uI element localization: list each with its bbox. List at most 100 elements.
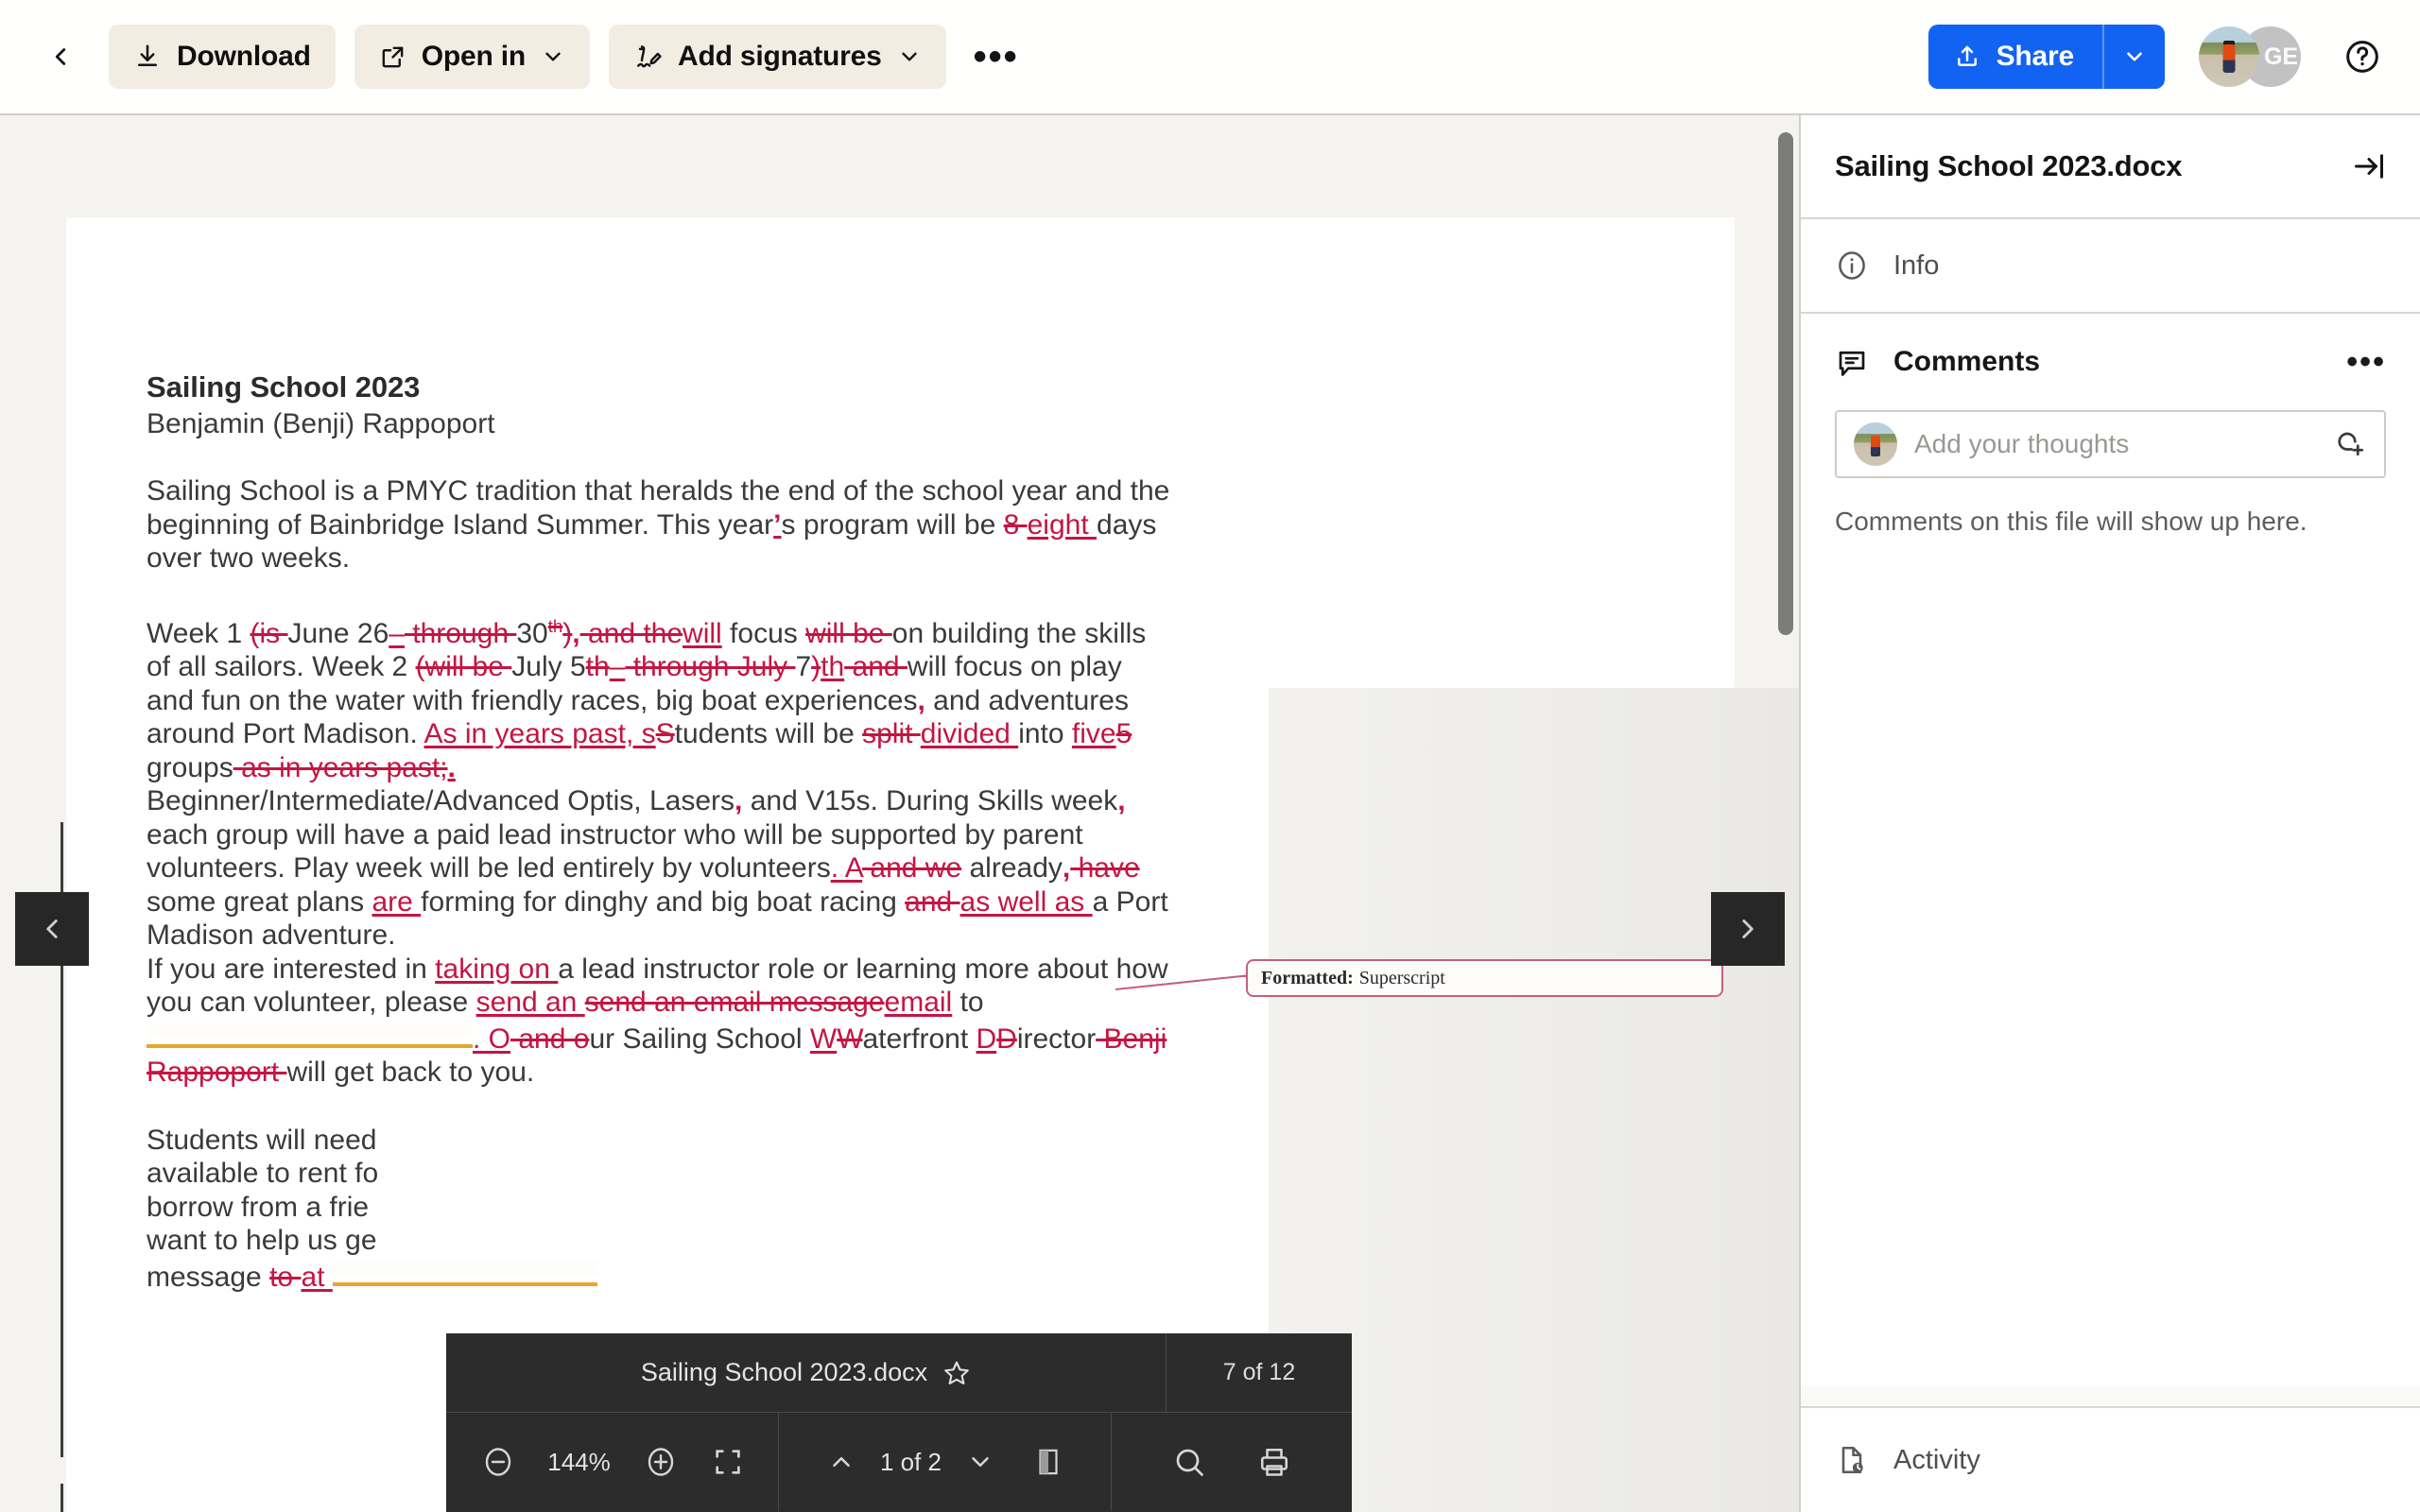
print-button[interactable] — [1257, 1445, 1291, 1479]
info-icon — [1835, 249, 1869, 283]
p3-t6: forming for dinghy and big boat racing — [421, 886, 905, 918]
page-layout-button[interactable] — [1034, 1446, 1063, 1478]
zoom-out-icon — [481, 1445, 515, 1479]
p2-del-willbe2: (will be — [416, 651, 512, 682]
sidebar-comments-label: Comments — [1893, 346, 2322, 378]
comment-icon — [1835, 345, 1869, 379]
add-comment-button[interactable] — [2333, 425, 2367, 464]
p4-del-ando: and o — [510, 1023, 589, 1055]
prev-page-button[interactable] — [15, 892, 89, 966]
document-paragraph-2: Week 1 (is June 26– through 30th), and t… — [147, 610, 1177, 785]
p3-ins-aswellas: as well as — [960, 886, 1093, 918]
chevron-down-icon — [897, 44, 922, 69]
p2-t6: July 5 — [511, 651, 585, 682]
open-in-new-icon — [379, 43, 406, 71]
sidebar-item-info[interactable]: Info — [1801, 219, 2420, 314]
document-text: Sailing School 2023 Benjamin (Benji) Rap… — [147, 370, 1177, 1294]
spacer — [147, 440, 1177, 474]
p5-del-to: to — [269, 1262, 301, 1293]
sidebar-comments-header: Comments ••• — [1801, 314, 2420, 410]
download-label: Download — [177, 41, 311, 73]
document-author: Benjamin (Benji) Rappoport — [147, 408, 1177, 440]
zoom-in-icon — [644, 1445, 678, 1479]
open-in-button[interactable]: Open in — [354, 25, 590, 89]
p2-del-willbe: will be — [805, 618, 892, 649]
collapse-sidebar-button[interactable] — [2352, 149, 2386, 183]
comments-more-button[interactable]: ••• — [2346, 357, 2386, 367]
add-comment-field[interactable]: Add your thoughts — [1835, 410, 2386, 478]
balloon-label: Formatted: — [1261, 968, 1354, 989]
add-signatures-button[interactable]: Add signatures — [609, 25, 946, 89]
p4-del-sendanemailmessage: send an email message — [585, 987, 885, 1018]
zoom-in-button[interactable] — [644, 1445, 678, 1479]
comments-empty-state: Comments on this file will show up here. — [1801, 478, 2420, 537]
print-icon — [1257, 1445, 1291, 1479]
search-icon — [1172, 1445, 1206, 1479]
open-in-label: Open in — [422, 41, 526, 73]
page-up-button[interactable] — [827, 1448, 856, 1476]
p1-inserted-apostrophe: ’ — [773, 509, 781, 541]
formatted-comment-balloon[interactable]: Formatted: Superscript — [1246, 959, 1723, 997]
file-position-indicator: 7 of 12 — [1167, 1359, 1352, 1386]
share-button[interactable]: Share — [1928, 25, 2102, 89]
p2-t7: 7 — [795, 651, 811, 682]
p4-t5: aterfront — [862, 1023, 976, 1055]
p2-del-S: S — [656, 718, 675, 749]
p3-ins-period-A: . A — [831, 852, 862, 884]
p2-t11: into — [1018, 718, 1072, 749]
next-page-button[interactable] — [1711, 892, 1785, 966]
p2-ins-comma2: , — [917, 685, 925, 716]
document-paragraph-5: Students will needavailable to rent fobo… — [147, 1124, 676, 1295]
download-icon — [133, 43, 162, 71]
add-signatures-label: Add signatures — [678, 41, 882, 73]
sidebar-item-activity[interactable]: Activity — [1801, 1406, 2420, 1512]
p4-t3: to — [952, 987, 983, 1018]
top-toolbar: Download Open in Add signatures ••• — [0, 0, 2420, 115]
p3-t2: and V15s. During Skills week — [742, 785, 1117, 816]
back-button[interactable] — [31, 27, 90, 86]
add-comment-icon — [2333, 425, 2367, 459]
more-options-button[interactable]: ••• — [967, 27, 1026, 86]
p5-t5: message — [147, 1262, 269, 1293]
p2-del-paren: ) — [562, 618, 572, 649]
redacted-email — [147, 1020, 473, 1048]
collaborator-avatars: GE — [2199, 26, 2301, 87]
document-paragraph-1: Sailing School is a PMYC tradition that … — [147, 474, 1177, 576]
fit-to-screen-button[interactable] — [712, 1446, 744, 1478]
share-dropdown-button[interactable] — [2102, 25, 2165, 89]
spacer — [147, 1090, 1177, 1124]
zoom-out-button[interactable] — [481, 1445, 515, 1479]
download-button[interactable]: Download — [109, 25, 336, 89]
p4-t6: irector — [1017, 1023, 1096, 1055]
viewer-scrollbar-thumb[interactable] — [1778, 132, 1793, 635]
share-upload-icon — [1953, 43, 1981, 71]
page-down-button[interactable] — [966, 1448, 994, 1476]
p2-ins-dash: – — [389, 618, 405, 649]
document-tools — [1112, 1413, 1352, 1511]
share-label: Share — [1996, 41, 2074, 73]
help-button[interactable] — [2333, 27, 2392, 86]
p2-t12: groups — [147, 752, 233, 783]
p2-del-th: th — [548, 616, 563, 636]
p3-ins-are: are — [372, 886, 421, 918]
p2-del-5: 5 — [1116, 718, 1132, 749]
chevron-down-icon — [541, 44, 565, 69]
avatar-photo[interactable] — [2199, 26, 2259, 87]
zoom-level-label: 144% — [536, 1448, 623, 1477]
page-position-label: 1 of 2 — [880, 1448, 942, 1477]
share-button-group: Share — [1928, 25, 2165, 89]
balloon-value: Superscript — [1359, 968, 1445, 989]
search-button[interactable] — [1172, 1445, 1206, 1479]
star-outline-icon[interactable] — [942, 1359, 971, 1387]
comment-avatar — [1854, 422, 1897, 466]
p4-ins-takingon: taking on — [435, 954, 558, 985]
help-circle-icon — [2343, 38, 2381, 76]
p4-ins-email: email — [885, 987, 953, 1018]
chevron-left-icon — [46, 43, 75, 71]
document-viewer[interactable]: Sailing School 2023 Benjamin (Benji) Rap… — [0, 115, 1799, 1512]
p5-t2: available to rent fo — [147, 1158, 378, 1189]
p2-t2: June 26 — [288, 618, 389, 649]
document-title: Sailing School 2023 — [147, 370, 1177, 404]
p4-t4: ur Sailing School — [589, 1023, 809, 1055]
p4-ins-W: W — [810, 1023, 837, 1055]
